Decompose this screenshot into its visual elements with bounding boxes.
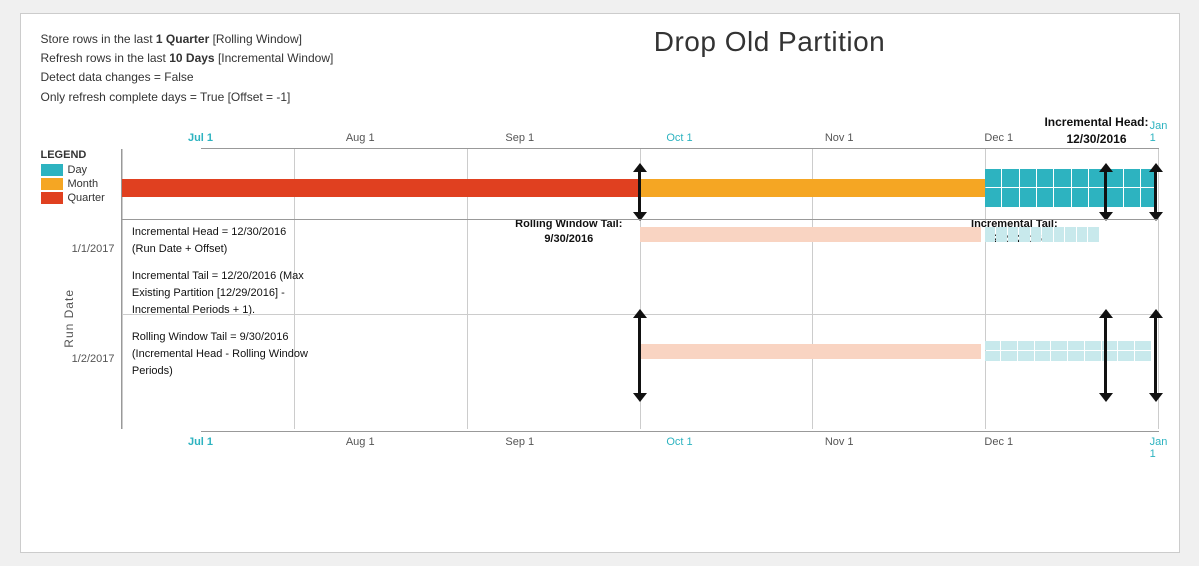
axis-bottom-jan: Jan 1	[1150, 436, 1168, 460]
axis-bottom-sep: Sep 1	[505, 436, 534, 448]
info-line4: Only refresh complete days = True [Offse…	[41, 88, 381, 107]
axis-label-oct: Oct 1	[666, 132, 692, 144]
month-bar-orange	[640, 179, 985, 197]
legend-item-month: Month	[41, 178, 119, 190]
run1-light-day	[985, 227, 1099, 242]
axis-bottom-oct: Oct 1	[666, 436, 692, 448]
row2-annotations: Incremental Head = 12/30/2016(Run Date +…	[132, 224, 526, 380]
axis-label-sep: Sep 1	[505, 132, 534, 144]
axis-label-jul: Jul 1	[188, 132, 213, 144]
axis-bottom-dec: Dec 1	[984, 436, 1013, 448]
run2-light-day	[985, 341, 1151, 361]
line2-suffix: [Incremental Window]	[218, 51, 333, 65]
run2-light-quarter	[640, 344, 982, 359]
legend-item-quarter: Quarter	[41, 192, 119, 204]
run1-light-quarter	[640, 227, 982, 242]
row-separator	[122, 219, 1158, 220]
day-label: Day	[68, 164, 88, 176]
info-line2: Refresh rows in the last 10 Days [Increm…	[41, 49, 381, 68]
line1-suffix: [Rolling Window]	[213, 32, 302, 46]
top-section: Store rows in the last 1 Quarter [Rollin…	[41, 30, 1159, 107]
legend: LEGEND Day Month Quarter	[41, 149, 119, 206]
month-swatch	[41, 178, 63, 190]
page-title: Drop Old Partition	[381, 26, 1159, 58]
axis-label-aug: Aug 1	[346, 132, 375, 144]
legend-item-day: Day	[41, 164, 119, 176]
grid-jan	[1158, 149, 1159, 429]
inc-head-annotation: Incremental Head = 12/30/2016(Run Date +…	[132, 224, 526, 258]
inc-tail-annotation: Incremental Tail = 12/20/2016 (Max Exist…	[132, 268, 526, 319]
axis-bottom-nov: Nov 1	[825, 436, 854, 448]
rolling-tail-annotation: Rolling Window Tail = 9/30/2016 (Increme…	[132, 329, 526, 380]
axis-top: Jul 1 Aug 1 Sep 1 Oct 1 Nov 1 Dec 1 Jan …	[201, 125, 1159, 149]
rolling-window-tail-label: Rolling Window Tail:9/30/2016	[515, 217, 622, 248]
axis-label-jan: Jan 1	[1150, 120, 1168, 144]
axis-bottom-aug: Aug 1	[346, 436, 375, 448]
quarter-swatch	[41, 192, 63, 204]
day-tiles-top	[985, 169, 1158, 207]
info-line3: Detect data changes = False	[41, 68, 381, 87]
quarter-bar-red	[122, 179, 640, 197]
run-date-1-label: 1/1/2017	[72, 239, 115, 257]
run-date-2-label: 1/2/2017	[72, 349, 115, 367]
run-date-axis-label: Run Date	[62, 289, 76, 348]
axis-label-nov: Nov 1	[825, 132, 854, 144]
day-swatch	[41, 164, 63, 176]
axis-bottom: Jul 1 Aug 1 Sep 1 Oct 1 Nov 1 Dec 1 Jan …	[201, 431, 1159, 455]
axis-label-dec: Dec 1	[984, 132, 1013, 144]
info-line1: Store rows in the last 1 Quarter [Rollin…	[41, 30, 381, 49]
axis-bottom-jul: Jul 1	[188, 436, 213, 448]
main-container: Store rows in the last 1 Quarter [Rollin…	[20, 13, 1180, 553]
days-bold: 10 Days	[169, 51, 214, 65]
legend-title: LEGEND	[41, 149, 119, 161]
quarter-bold: 1 Quarter	[156, 32, 209, 46]
month-label: Month	[68, 178, 99, 190]
info-text: Store rows in the last 1 Quarter [Rollin…	[41, 30, 381, 107]
quarter-label: Quarter	[68, 192, 105, 204]
chart-area: Jul 1 Aug 1 Sep 1 Oct 1 Nov 1 Dec 1 Jan …	[41, 125, 1159, 455]
